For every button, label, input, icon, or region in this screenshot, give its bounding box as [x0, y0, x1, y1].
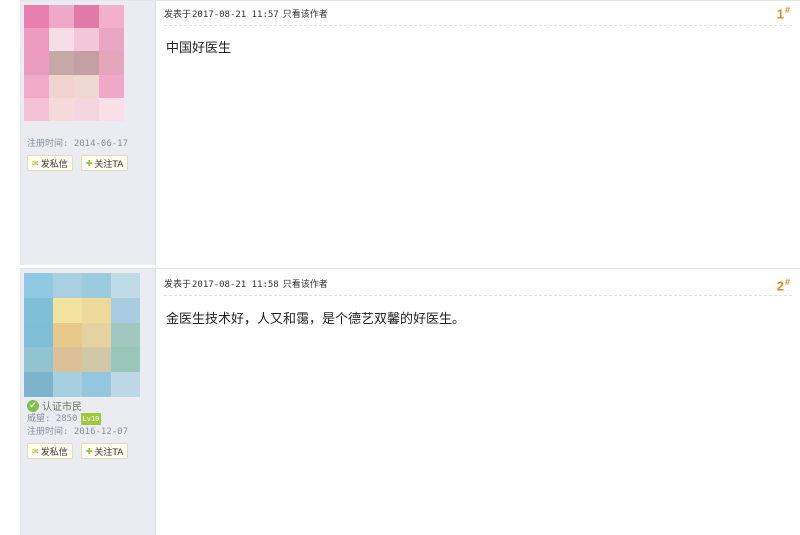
mail-icon: ✉ — [32, 158, 39, 168]
avatar-pixel — [24, 97, 49, 121]
follow-button[interactable]: ✚ 关注TA — [80, 155, 129, 171]
post-header: 发表于2017-08-21 11:57 只看该作者 — [164, 7, 328, 20]
check-icon: ✔ — [27, 399, 39, 412]
avatar-pixel — [53, 322, 82, 348]
avatar-pixel — [99, 5, 124, 29]
avatar-pixel — [49, 74, 74, 98]
header-divider — [164, 295, 792, 296]
send-message-button[interactable]: ✉ 发私信 — [27, 155, 73, 171]
avatar-pixel — [24, 347, 53, 373]
follow-label: 关注TA — [94, 159, 124, 170]
avatar-pixel — [111, 372, 140, 397]
avatar-pixel — [24, 5, 49, 29]
post-content: 金医生技术好，人又和霭，是个德艺双馨的好医生。 — [166, 312, 466, 327]
floor-mark: # — [784, 277, 790, 287]
posted-label: 发表于 — [164, 10, 192, 20]
avatar-pixel — [24, 372, 53, 397]
verified-label: 认证市民 — [42, 402, 82, 413]
avatar-pixel — [24, 273, 53, 298]
avatar-pixel — [82, 297, 111, 323]
avatar-pixel — [24, 51, 49, 75]
plus-icon: ✚ — [85, 158, 93, 168]
avatar-pixel — [24, 322, 53, 348]
floor-mark: # — [784, 5, 790, 15]
avatar-pixel — [49, 5, 74, 29]
prestige: 威望: 2850 Lv10 — [27, 413, 102, 425]
post-floor-1: 注册时间: 2014-06-17 ✉ 发私信 ✚ 关注TA 发表于2017-08… — [20, 0, 800, 265]
avatar-pixel — [111, 322, 140, 348]
avatar-pixel — [74, 51, 99, 75]
posted-label: 发表于 — [164, 280, 192, 290]
avatar-pixel — [24, 28, 49, 52]
avatar-pixel — [82, 322, 111, 348]
avatar-pixel — [82, 372, 111, 397]
floor-number[interactable]: 2# — [777, 277, 790, 293]
post-floor-2: ✔ 认证市民 威望: 2850 Lv10 注册时间: 2016-12-07 ✉ 发… — [20, 268, 800, 535]
avatar-pixel — [53, 273, 82, 298]
avatar-pixel — [24, 297, 53, 323]
follow-label: 关注TA — [94, 447, 124, 458]
posted-time: 2017-08-21 11:58 — [192, 280, 279, 290]
view-author-link[interactable]: 只看该作者 — [283, 10, 328, 20]
register-date: 注册时间: 2014-06-17 — [27, 139, 129, 149]
verified-badge: ✔ 认证市民 — [27, 398, 82, 413]
post-main: 发表于2017-08-21 11:58 只看该作者 2# 金医生技术好，人又和霭，… — [156, 269, 800, 535]
mail-icon: ✉ — [32, 446, 39, 456]
avatar-pixel — [82, 347, 111, 373]
plus-icon: ✚ — [85, 446, 93, 456]
send-message-button[interactable]: ✉ 发私信 — [27, 443, 73, 459]
avatar-pixel — [53, 347, 82, 373]
send-message-label: 发私信 — [40, 159, 68, 170]
avatar-pixel — [99, 28, 124, 52]
avatar-pixel — [74, 28, 99, 52]
avatar-pixel — [24, 74, 49, 98]
avatar-pixel — [99, 97, 124, 121]
send-message-label: 发私信 — [40, 447, 68, 458]
avatar-pixel — [82, 273, 111, 298]
avatar-pixel — [53, 297, 82, 323]
author-panel: 注册时间: 2014-06-17 ✉ 发私信 ✚ 关注TA — [20, 1, 156, 265]
avatar-pixel — [49, 28, 74, 52]
floor-number[interactable]: 1# — [777, 5, 790, 21]
avatar-pixel — [111, 297, 140, 323]
post-header: 发表于2017-08-21 11:58 只看该作者 — [164, 277, 328, 290]
level-tag: Lv10 — [80, 413, 102, 425]
post-content: 中国好医生 — [166, 41, 232, 56]
avatar-pixel — [111, 347, 140, 373]
avatar-pixel — [74, 74, 99, 98]
avatar-pixel — [99, 51, 124, 75]
posted-time: 2017-08-21 11:57 — [192, 10, 279, 20]
avatar[interactable] — [24, 5, 124, 121]
avatar-pixel — [74, 97, 99, 121]
view-author-link[interactable]: 只看该作者 — [283, 280, 328, 290]
avatar[interactable] — [24, 273, 140, 397]
register-date: 注册时间: 2016-12-07 — [27, 427, 129, 437]
post-main: 发表于2017-08-21 11:57 只看该作者 1# 中国好医生 — [156, 1, 800, 265]
avatar-pixel — [99, 74, 124, 98]
avatar-pixel — [49, 51, 74, 75]
avatar-pixel — [49, 97, 74, 121]
avatar-pixel — [111, 273, 140, 298]
avatar-pixel — [53, 372, 82, 397]
avatar-pixel — [74, 5, 99, 29]
header-divider — [164, 25, 792, 26]
author-panel: ✔ 认证市民 威望: 2850 Lv10 注册时间: 2016-12-07 ✉ 发… — [20, 269, 156, 535]
follow-button[interactable]: ✚ 关注TA — [80, 443, 129, 459]
